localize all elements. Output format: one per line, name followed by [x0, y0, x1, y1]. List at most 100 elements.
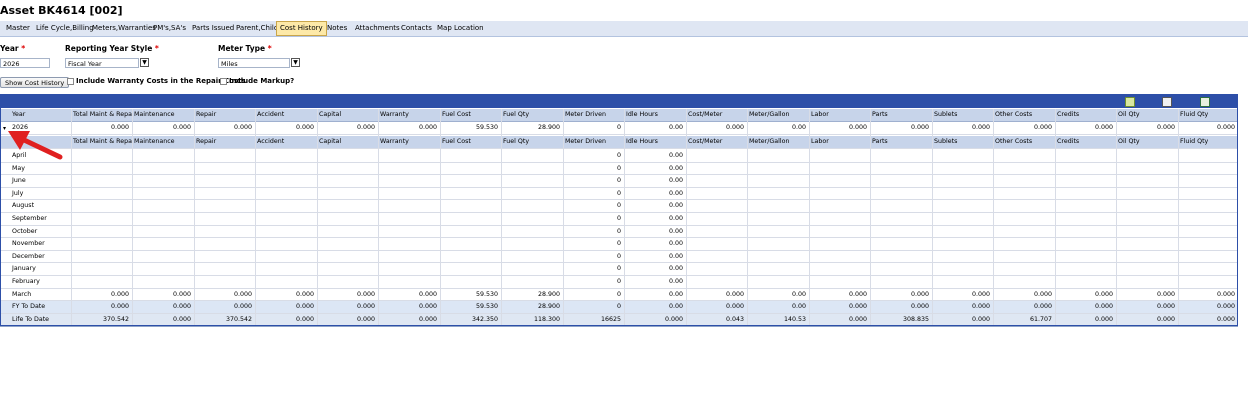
- table-header-row[interactable]: Year Total Maint & Repair Maintenance Repai…: [0, 109, 1238, 122]
- table-cell: [440, 263, 501, 275]
- column-header[interactable]: Meter/Gallon: [747, 109, 809, 121]
- tab-life-cycle-billing[interactable]: Life Cycle,Billing: [33, 22, 97, 35]
- include-markup-checkbox[interactable]: [220, 78, 227, 85]
- table-row[interactable]: March 0.000 0.000 0.000 0.000 0.000 0.000 59.53…: [0, 289, 1238, 302]
- column-header[interactable]: Maintenance: [132, 109, 194, 121]
- column-header[interactable]: Parts: [870, 109, 932, 121]
- calendar-icon[interactable]: [1200, 97, 1210, 107]
- column-header[interactable]: Accident: [255, 109, 317, 121]
- table-cell: 0.00: [668, 152, 683, 159]
- show-cost-history-button[interactable]: Show Cost History: [0, 77, 70, 88]
- column-header[interactable]: Credits: [1055, 136, 1116, 148]
- table-cell: 0.00: [668, 252, 683, 260]
- table-cell: [1178, 263, 1238, 275]
- column-header[interactable]: Capital: [317, 109, 378, 121]
- tab-notes[interactable]: Notes: [324, 22, 350, 35]
- chevron-down-icon[interactable]: ▼: [291, 58, 300, 67]
- column-header[interactable]: Sublets: [932, 136, 993, 148]
- table-cell: 0.000: [295, 290, 314, 298]
- column-header[interactable]: Meter Driven: [563, 136, 624, 148]
- table-cell: [71, 276, 132, 288]
- table-cell: [993, 150, 1055, 162]
- table-cell: [255, 175, 317, 187]
- tab-master[interactable]: Master: [3, 22, 33, 35]
- column-header[interactable]: Idle Hours: [624, 109, 686, 121]
- column-header[interactable]: Sublets: [932, 109, 993, 121]
- table-cell: [501, 263, 563, 275]
- column-header[interactable]: Other Costs: [993, 136, 1055, 148]
- column-header[interactable]: Total Maint & Repair: [71, 136, 132, 148]
- column-header[interactable]: Meter Driven: [563, 109, 624, 121]
- column-header[interactable]: Cost/Meter: [686, 109, 747, 121]
- column-header[interactable]: Warranty: [378, 136, 440, 148]
- tab-bar: Master Life Cycle,Billing Meters,Warrantie…: [0, 21, 1248, 37]
- tab-parts-issued[interactable]: Parts Issued: [189, 22, 237, 35]
- column-header[interactable]: Repair: [194, 109, 255, 121]
- column-header[interactable]: Labor: [809, 136, 870, 148]
- warranty-costs-checkbox[interactable]: [67, 78, 74, 85]
- table-row[interactable]: July 0 0.00: [0, 188, 1238, 201]
- column-header[interactable]: Maintenance: [132, 136, 194, 148]
- grid-toolbar: [0, 94, 1238, 108]
- life-to-date-row[interactable]: Life To Date 370.542 0.000 370.542 0.000 0.00…: [0, 314, 1238, 327]
- column-header[interactable]: Cost/Meter: [686, 136, 747, 148]
- column-header[interactable]: Meter/Gallon: [747, 136, 809, 148]
- table-cell: [255, 251, 317, 263]
- subtable-header-row[interactable]: Total Maint & Repair Maintenance Repair Acc…: [0, 136, 1238, 149]
- column-header[interactable]: Parts: [870, 136, 932, 148]
- tab-attachments[interactable]: Attachments: [352, 22, 403, 35]
- column-header[interactable]: Oil Qty: [1116, 136, 1178, 148]
- table-cell: September: [12, 215, 47, 222]
- column-header[interactable]: Idle Hours: [624, 136, 686, 148]
- table-row[interactable]: October 0 0.00: [0, 226, 1238, 239]
- meter-type-select[interactable]: Miles: [218, 58, 290, 68]
- tab-contacts[interactable]: Contacts: [398, 22, 435, 35]
- fy-to-date-row[interactable]: FY To Date 0.000 0.000 0.000 0.000 0.000 0.000…: [0, 301, 1238, 314]
- column-header[interactable]: Fuel Qty: [501, 136, 563, 148]
- table-cell: [993, 263, 1055, 275]
- table-cell: [317, 263, 378, 275]
- table-cell: [809, 226, 870, 238]
- tab-meters-warranties[interactable]: Meters,Warranties: [89, 22, 159, 35]
- reporting-year-style-select[interactable]: Fiscal Year: [65, 58, 139, 68]
- column-header[interactable]: Capital: [317, 136, 378, 148]
- table-row[interactable]: December 0 0.00: [0, 251, 1238, 264]
- table-row[interactable]: February 0 0.00: [0, 276, 1238, 289]
- table-cell: [317, 213, 378, 225]
- column-header[interactable]: Other Costs: [993, 109, 1055, 121]
- column-header[interactable]: Fuel Cost: [440, 109, 501, 121]
- tab-cost-history[interactable]: Cost History: [276, 21, 327, 36]
- column-header[interactable]: Fuel Qty: [501, 109, 563, 121]
- table-row[interactable]: November 0 0.00: [0, 238, 1238, 251]
- table-row[interactable]: January 0 0.00: [0, 263, 1238, 276]
- tab-pm-s-sa-s[interactable]: PM's,SA's: [150, 22, 189, 35]
- year-input[interactable]: 2026: [0, 58, 50, 68]
- column-header[interactable]: Oil Qty: [1116, 109, 1178, 121]
- column-header[interactable]: Fluid Qty: [1178, 136, 1238, 148]
- table-row-year[interactable]: 2026 0.000 0.000 0.000 0.000 0.000 0.000 59.530…: [0, 122, 1238, 135]
- table-cell: [809, 263, 870, 275]
- grid-divider: [870, 109, 871, 325]
- table-row[interactable]: August 0 0.00: [0, 200, 1238, 213]
- column-header[interactable]: Repair: [194, 136, 255, 148]
- grid-divider: [255, 109, 256, 325]
- table-cell: 342.350: [471, 316, 498, 323]
- export-excel-icon[interactable]: [1125, 97, 1135, 107]
- table-row[interactable]: April 0 0.00: [0, 150, 1238, 163]
- table-row[interactable]: June 0 0.00: [0, 175, 1238, 188]
- expand-row-icon[interactable]: ▾: [3, 125, 6, 132]
- column-header[interactable]: Warranty: [378, 109, 440, 121]
- table-row[interactable]: September 0 0.00: [0, 213, 1238, 226]
- table-cell: 118.300: [533, 316, 560, 323]
- column-header[interactable]: Fluid Qty: [1178, 109, 1238, 121]
- column-header[interactable]: Fuel Cost: [440, 136, 501, 148]
- table-row[interactable]: May 0 0.00: [0, 163, 1238, 176]
- tab-map-location[interactable]: Map Location: [434, 22, 487, 35]
- tab-parent-child[interactable]: Parent,Child: [233, 22, 281, 35]
- print-icon[interactable]: [1162, 97, 1172, 107]
- column-header[interactable]: Total Maint & Repair: [71, 109, 132, 121]
- column-header[interactable]: Accident: [255, 136, 317, 148]
- column-header[interactable]: Credits: [1055, 109, 1116, 121]
- chevron-down-icon[interactable]: ▼: [140, 58, 149, 67]
- column-header[interactable]: Labor: [809, 109, 870, 121]
